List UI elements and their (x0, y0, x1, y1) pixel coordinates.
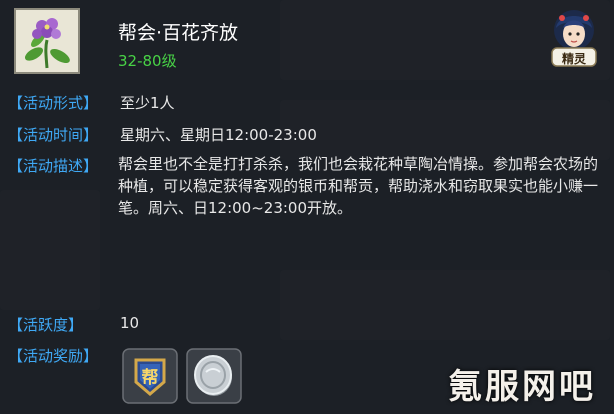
desc-text: 帮会里也不全是打打杀杀，我们也会栽花种草陶冶情操。参加帮会农场的种植，可以稳定获… (118, 155, 599, 217)
desc-label: 【活动描述】 (8, 157, 99, 175)
spirit-badge-label: 精灵 (561, 52, 586, 66)
guild-contribution-icon[interactable]: 帮 (122, 348, 178, 404)
activity-points-row: 【活跃度】 10 (8, 314, 139, 335)
desc-row: 【活动描述】 (8, 155, 110, 176)
activity-points-value: 10 (120, 314, 140, 332)
site-watermark: 氪服网吧 (448, 367, 596, 407)
time-value: 星期六、星期日12:00-23:00 (120, 126, 317, 144)
activity-title: 帮会·百花齐放 (118, 22, 239, 44)
activity-points-label: 【活跃度】 (8, 316, 84, 334)
form-row: 【活动形式】 至少1人 (8, 92, 175, 113)
activity-tooltip: 帮会·百花齐放 32-80级 精灵 【活动形式】 至少1人 【活动时间】 星期六… (0, 0, 614, 414)
time-row: 【活动时间】 星期六、星期日12:00-23:00 (8, 124, 317, 145)
form-label: 【活动形式】 (8, 94, 99, 112)
form-value: 至少1人 (120, 94, 175, 112)
guild-glyph: 帮 (141, 368, 159, 388)
reward-row: 【活动奖励】 (8, 345, 110, 366)
time-label: 【活动时间】 (8, 126, 99, 144)
spirit-badge[interactable]: 精灵 (546, 6, 602, 68)
reward-label: 【活动奖励】 (8, 347, 99, 365)
silver-coin-icon[interactable] (186, 348, 242, 404)
flower-icon (14, 8, 80, 74)
level-range: 32-80级 (118, 52, 177, 70)
